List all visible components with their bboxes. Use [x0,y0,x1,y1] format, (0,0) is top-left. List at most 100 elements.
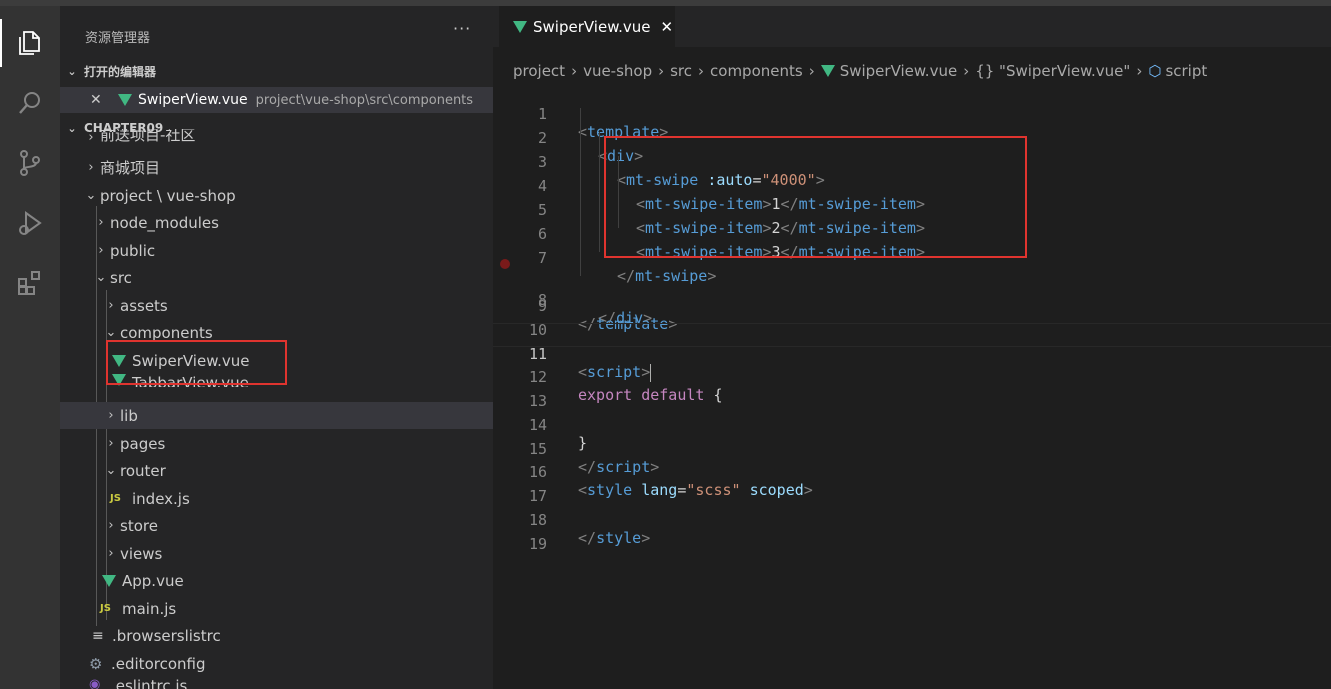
chevron-right-icon: › [658,62,665,80]
tree-item-label: public [110,241,156,260]
code-line[interactable]: 12 export default { [493,347,1331,404]
indent-guide [580,108,581,276]
more-actions-button[interactable]: ··· [453,19,471,38]
explorer-sidebar: 资源管理器 ··· ⌄ 打开的编辑器 ✕ SwiperView.vue proj… [60,6,493,689]
code-line[interactable]: 15 </script> [493,419,1331,476]
breakpoint-icon[interactable] [500,259,510,269]
code-line[interactable]: 19 [493,514,1331,553]
breadcrumb-item[interactable]: project [513,62,565,80]
list-file-icon: ≡ [92,627,104,644]
tree-item-folder[interactable]: › 商城项目 [60,154,493,181]
breadcrumb-item[interactable]: components [710,62,803,80]
js-file-icon: JS [100,603,111,614]
chevron-down-icon: ⌄ [105,463,117,478]
line-number: 19 [528,535,547,553]
chevron-right-icon: › [571,62,578,80]
code-line[interactable]: 18 </style> [493,490,1331,547]
source-control-icon[interactable] [0,139,60,187]
tree-item-label: .eslintrc.js [111,677,188,689]
breadcrumb-item[interactable]: SwiperView.vue [840,62,957,80]
chevron-right-icon: › [963,62,970,80]
tree-item-folder[interactable]: › lib [60,402,493,429]
tab-close-icon[interactable]: ✕ [660,18,673,36]
tree-item-label: project \ vue-shop [100,186,236,205]
breadcrumb-item[interactable]: script [1165,62,1207,80]
tree-item-file[interactable]: App.vue [60,567,493,594]
tree-item-folder[interactable]: ⌄ router [60,457,493,484]
code-line[interactable]: 17 [493,466,1331,505]
tree-item-file[interactable]: JS index.js [60,485,493,512]
search-icon[interactable] [0,79,60,127]
extensions-icon[interactable] [0,259,60,307]
tree-item-folder[interactable]: › 前送项目-社区 [60,129,493,145]
chevron-right-icon: › [698,62,705,80]
breadcrumb: project › vue-shop › src › components › … [513,62,1207,80]
editor-area: SwiperView.vue ✕ project › vue-shop › sr… [493,6,1331,689]
tree-item-label: lib [120,406,138,425]
code-line[interactable]: 2 <div> [493,108,1331,165]
gear-icon: ⚙ [89,654,103,673]
vue-file-icon [118,94,132,106]
chevron-right-icon: › [1136,62,1143,80]
vue-file-icon [513,20,527,33]
code-line[interactable]: 14 } [493,395,1331,452]
code-line[interactable]: 16 <style lang="scss" scoped> [493,442,1331,499]
chevron-right-icon: › [88,160,94,175]
open-editor-item[interactable]: ✕ SwiperView.vue project\vue-shop\src\co… [60,87,493,113]
breadcrumb-item[interactable]: {} "SwiperView.vue" [975,62,1130,80]
tree-item-folder[interactable]: ⌄ src [60,264,493,291]
tree-item-label: App.vue [122,571,184,590]
chevron-right-icon: › [108,408,114,423]
tree-item-folder[interactable]: › pages [60,430,493,457]
code-line[interactable]: 1 <template> [493,84,1331,141]
tree-item-label: .browserslistrc [112,626,221,645]
chevron-right-icon: › [108,298,114,313]
open-editors-label: 打开的编辑器 [84,64,157,79]
chevron-right-icon: › [108,436,114,451]
tree-item-label: node_modules [110,213,219,232]
close-icon[interactable]: ✕ [90,92,118,108]
tree-item-file[interactable]: ◉ .eslintrc.js [60,677,493,689]
tree-item-file[interactable]: ⚙ .editorconfig [60,650,493,677]
open-editor-name: SwiperView.vue [138,92,248,108]
tree-item-folder[interactable]: › public [60,237,493,264]
tree-item-folder[interactable]: › assets [60,292,493,319]
breadcrumb-item[interactable]: vue-shop [583,62,652,80]
code-line[interactable]: 13 [493,371,1331,410]
chevron-right-icon: › [108,518,114,533]
symbol-module-icon: ⬡ [1148,62,1162,80]
tree-item-label: .editorconfig [111,654,206,673]
tree-item-label: src [110,268,132,287]
code-line-current[interactable]: 11 <script> [493,323,1331,382]
indent-guide [599,132,600,252]
code-line[interactable]: 10 [493,300,1331,339]
js-file-icon: JS [110,493,121,504]
tree-item-label: main.js [122,599,177,618]
run-debug-icon[interactable] [0,199,60,247]
eslint-icon: ◉ [89,677,101,689]
vue-file-icon [102,574,116,587]
tree-item-folder[interactable]: › node_modules [60,209,493,236]
chevron-down-icon: ⌄ [95,270,107,285]
tree-item-file[interactable]: JS main.js [60,595,493,622]
explorer-icon[interactable] [0,19,60,67]
tree-item-folder[interactable]: ⌄ project \ vue-shop [60,182,493,209]
tree-item-folder[interactable]: › views [60,540,493,567]
chevron-right-icon: › [98,243,104,258]
chevron-down-icon: ⌄ [85,188,97,203]
sidebar-title: 资源管理器 [85,31,151,46]
tab-bar: SwiperView.vue ✕ [493,6,1331,47]
open-editors-header[interactable]: ⌄ 打开的编辑器 [60,58,493,84]
tree-item-folder[interactable]: › store [60,512,493,539]
breadcrumb-item[interactable]: src [670,62,692,80]
tree-item-file[interactable]: ≡ .browserslistrc [60,622,493,649]
tree-item-label: assets [120,296,168,315]
activity-bar [0,6,60,689]
highlight-box [604,136,1027,258]
highlight-box [106,340,287,385]
code-line[interactable]: 9 </template> [493,276,1331,333]
chevron-right-icon: › [98,215,104,230]
vue-file-icon [820,65,835,77]
tab-swiperview[interactable]: SwiperView.vue ✕ [499,6,675,47]
chevron-right-icon: › [108,546,114,561]
